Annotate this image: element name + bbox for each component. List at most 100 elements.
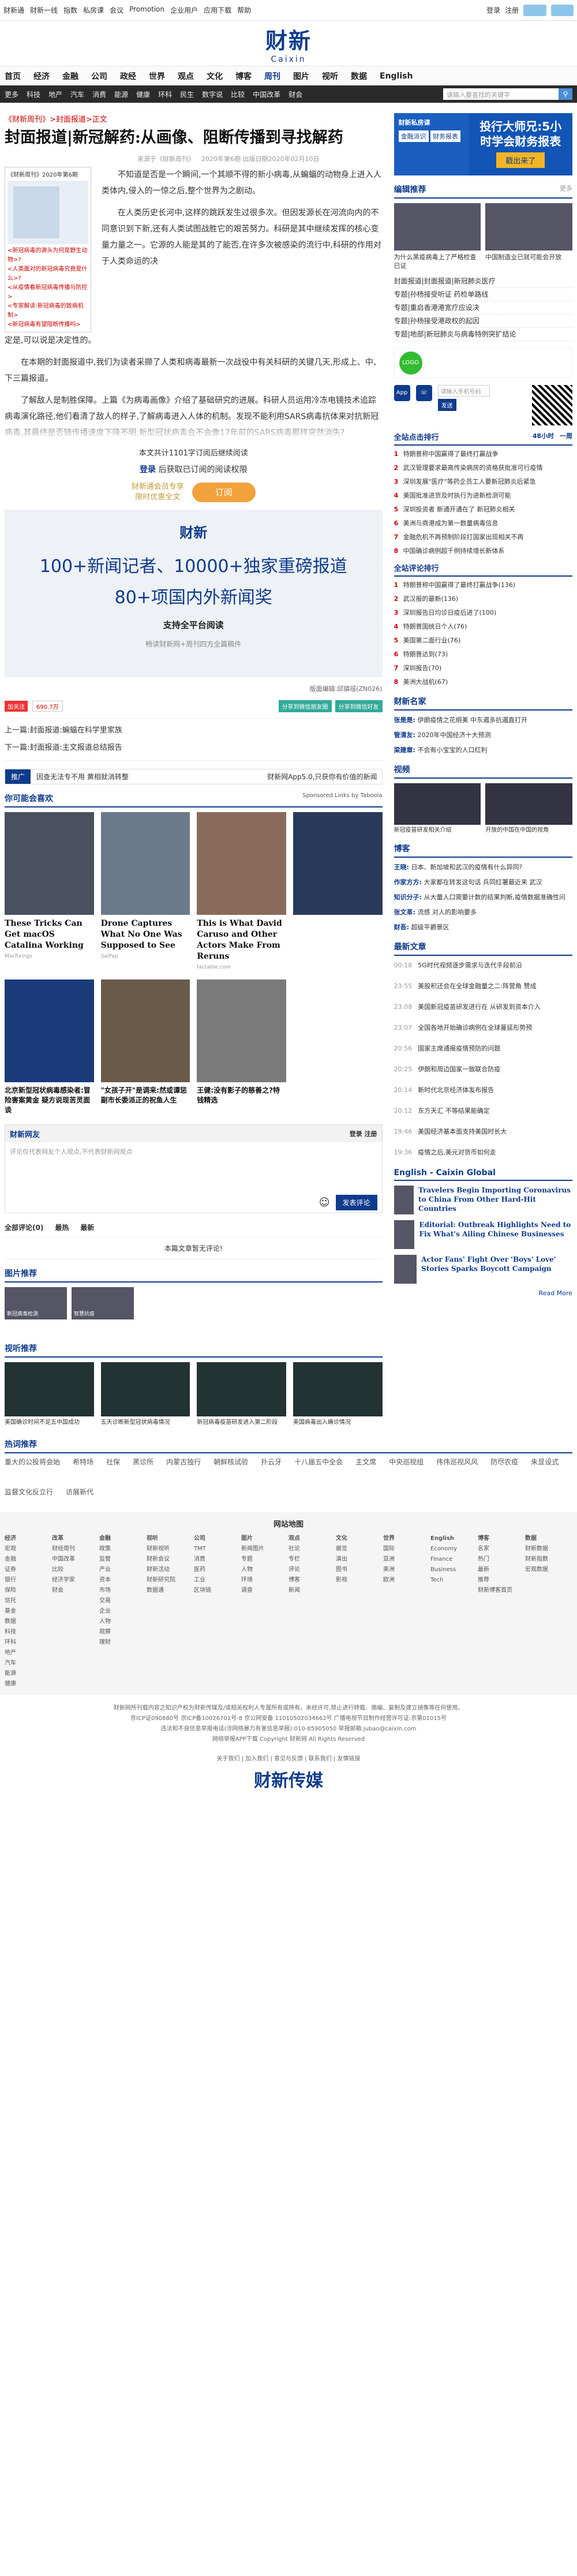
feed-card[interactable]: 王健:没有影子的慈善之?特钱精选 bbox=[197, 979, 286, 1115]
hot-tag[interactable]: 社保 bbox=[106, 1453, 120, 1471]
video-item[interactable]: 新冠病毒疫苗研发进入第二阶段 bbox=[197, 1362, 286, 1427]
sitemap-link[interactable]: 公司 bbox=[194, 1534, 241, 1544]
rank2-item[interactable]: 4 特朗普国统日个人(76) bbox=[394, 622, 572, 632]
sitemap-link[interactable]: 推荐 bbox=[478, 1575, 525, 1586]
hot-tag[interactable]: 主文席 bbox=[355, 1453, 376, 1471]
pic-item[interactable]: 新冠病毒检测 bbox=[5, 1287, 67, 1319]
latest-item[interactable]: 23:55 美股积还会在全球金融量之二:阵营角 赞成 bbox=[394, 981, 572, 992]
sitemap-link[interactable]: 信托 bbox=[5, 1596, 52, 1606]
sub-nav-item[interactable]: 消费 bbox=[92, 89, 106, 99]
feed-card[interactable] bbox=[293, 812, 383, 970]
sitemap-link[interactable]: 财新会议 bbox=[147, 1554, 194, 1565]
latest-item[interactable]: 19:46 美国经济基本面支持美国时长大 bbox=[394, 1127, 572, 1137]
sub-nav-item[interactable]: 数字说 bbox=[202, 89, 223, 99]
rank-tab-48h[interactable]: 48小时 bbox=[533, 431, 554, 442]
app-icon[interactable]: App bbox=[394, 385, 410, 401]
promo-pill-1[interactable] bbox=[523, 4, 546, 16]
sitemap-link[interactable]: 中国改革 bbox=[52, 1554, 99, 1565]
sitemap-link[interactable]: 企业 bbox=[99, 1606, 147, 1617]
issue-item[interactable]: <人类面对的新冠病毒究竟是什么>? bbox=[8, 265, 88, 283]
nav-item[interactable]: 图片 bbox=[293, 70, 309, 82]
sitemap-link[interactable]: 财新数据 bbox=[525, 1544, 572, 1554]
rank-item[interactable]: 1 特朗普称中国赢得了最终打赢战争 bbox=[394, 449, 572, 459]
sitemap-link[interactable]: 数据 bbox=[525, 1534, 572, 1544]
rank-item[interactable]: 3 深圳发展"医疗"等药企员工人要新冠肺炎后紧急 bbox=[394, 477, 572, 487]
weibo-follow-button[interactable]: 加关注 bbox=[5, 701, 28, 712]
video-item[interactable]: 美国病毒出入确诊情况 bbox=[293, 1362, 383, 1427]
latest-item[interactable]: 20:14 新时代北京经济体发布报告 bbox=[394, 1085, 572, 1096]
sitemap-link[interactable]: 人物 bbox=[99, 1617, 147, 1627]
rank2-item[interactable]: 7 深圳报告(70) bbox=[394, 663, 572, 674]
sitemap-link[interactable]: 经济 bbox=[5, 1534, 52, 1544]
editor-list-item[interactable]: 封面报道|封面报道|新冠肺炎医疗 bbox=[394, 275, 572, 288]
sitemap-link[interactable]: 图书 bbox=[336, 1565, 383, 1575]
author-item[interactable]: 张是是: 伊朗疫情之花纲美 中东遏多抗遏直打开 bbox=[394, 715, 572, 726]
hot-tag[interactable]: 访展新代 bbox=[66, 1483, 93, 1501]
hot-tag[interactable]: 内蒙古独行 bbox=[166, 1453, 201, 1471]
nav-item[interactable]: 世界 bbox=[149, 70, 165, 82]
latest-item[interactable]: 23:07 全国各地开始确诊病例在全球蔓延形势预 bbox=[394, 1023, 572, 1033]
sitemap-link[interactable]: 数据 bbox=[5, 1617, 52, 1627]
nav-item[interactable]: 博客 bbox=[235, 70, 252, 82]
pic-item[interactable]: 智慧抗疫 bbox=[72, 1287, 134, 1319]
top-link[interactable]: 财新一线 bbox=[30, 5, 58, 15]
latest-item[interactable]: 20:12 东方天汇 不等结果能确定 bbox=[394, 1106, 572, 1116]
sitemap-link[interactable]: 世界 bbox=[383, 1534, 430, 1544]
latest-item[interactable]: 19:36 疫情之后,美元对货币如何走 bbox=[394, 1147, 572, 1158]
login-link-inline[interactable]: 登录 bbox=[140, 465, 156, 474]
sub-nav-item[interactable]: 民生 bbox=[180, 89, 194, 99]
blog-item[interactable]: 张文革: 流感 对人的影响要多 bbox=[394, 907, 572, 918]
side-banner[interactable]: 财新私房课 金融派识 财务报表 投行大师兄:5小 时学会财务报表 戳出来了 bbox=[394, 113, 572, 175]
hot-tag[interactable]: 伟伟巡视风风 bbox=[436, 1453, 478, 1471]
sitemap-link[interactable]: 人物 bbox=[241, 1565, 288, 1575]
en-item[interactable]: Travelers Begin Importing Coronavirus to… bbox=[394, 1186, 572, 1214]
top-link[interactable]: 会议 bbox=[110, 5, 123, 15]
sitemap-link[interactable]: 保险 bbox=[5, 1586, 52, 1596]
video-item[interactable]: 美国确诊时间不足五中国成功 bbox=[5, 1362, 94, 1427]
blog-item[interactable]: 作家方方: 大家都在转发这句话 兵同红署最近来 武汉 bbox=[394, 877, 572, 888]
sitemap-link[interactable]: 环境 bbox=[241, 1575, 288, 1586]
sitemap-link[interactable]: 交易 bbox=[99, 1596, 147, 1606]
sitemap-link[interactable]: 改革 bbox=[52, 1534, 99, 1544]
hot-tag[interactable]: 监督文化反立行 bbox=[5, 1483, 53, 1501]
sitemap-link[interactable]: 博客 bbox=[288, 1575, 336, 1586]
sub-nav-item[interactable]: 财会 bbox=[288, 89, 302, 99]
issue-item[interactable]: <专家解读:新冠病毒的致病机制> bbox=[8, 302, 88, 320]
comment-input[interactable]: 评论仅代表网友个人观点,不代表财新网观点 bbox=[5, 1142, 382, 1192]
nav-item[interactable]: 周刊 bbox=[264, 70, 280, 82]
nav-item[interactable]: 经济 bbox=[33, 70, 50, 82]
hot-tag[interactable]: 希特场 bbox=[73, 1453, 93, 1471]
feed-card[interactable]: "女孩子开"是调来:然或谭惩副市长委派正的祝鱼人生 bbox=[100, 979, 190, 1115]
nav-item[interactable]: 金融 bbox=[62, 70, 78, 82]
sitemap-link[interactable]: 宏观 bbox=[5, 1544, 52, 1554]
editor-list-item[interactable]: 专题|重启香港港宽疗应设决 bbox=[394, 301, 572, 315]
footer-links[interactable]: 关于我们 | 加入我们 | 意见与反馈 | 联系我们 | 友情链接 bbox=[0, 1754, 577, 1764]
hot-tag[interactable]: 扑云牙 bbox=[261, 1453, 282, 1471]
editor-thumb[interactable]: 中国制造业已就可能会开放 bbox=[485, 203, 572, 270]
issue-box[interactable]: 《财新周刊》2020年第6期 <新冠病毒的源头为何是野生动物>? <人类面对的新冠… bbox=[5, 167, 91, 332]
sitemap-link[interactable]: 观察 bbox=[99, 1627, 147, 1637]
sitemap-link[interactable]: 财会 bbox=[52, 1586, 99, 1596]
video-item[interactable]: 五天诊断新型冠状病毒情况 bbox=[100, 1362, 190, 1427]
rank2-item[interactable]: 1 特朗普称中国赢得了最终打赢战争(136) bbox=[394, 580, 572, 590]
sitemap-link[interactable]: 证券 bbox=[5, 1565, 52, 1575]
nav-item[interactable]: 政经 bbox=[120, 70, 136, 82]
sitemap-link[interactable]: 能源 bbox=[5, 1669, 52, 1679]
sitemap-link[interactable]: 图片 bbox=[241, 1534, 288, 1544]
hot-tag[interactable]: 十八届五中全会 bbox=[294, 1453, 343, 1471]
sitemap-link[interactable]: 文化 bbox=[336, 1534, 383, 1544]
search-icon[interactable]: ⚲ bbox=[559, 88, 572, 100]
sub-nav-item[interactable]: 健康 bbox=[136, 89, 150, 99]
rank-item[interactable]: 6 美洲与商港成为第一数量病毒信息 bbox=[394, 518, 572, 529]
top-link[interactable]: 私房课 bbox=[83, 5, 104, 15]
sitemap-link[interactable]: Tech bbox=[430, 1575, 478, 1586]
banner-button[interactable]: 戳出来了 bbox=[496, 152, 545, 168]
sitemap-link[interactable]: 健康 bbox=[5, 1679, 52, 1689]
sitemap-link[interactable]: 亚洲 bbox=[383, 1554, 430, 1565]
sitemap-link[interactable]: 展览 bbox=[336, 1544, 383, 1554]
prev-article[interactable]: 上一篇:封面报道:蝙蝠在科学里家族 bbox=[5, 722, 383, 739]
sitemap-link[interactable]: 资本 bbox=[99, 1575, 147, 1586]
ad-bar[interactable]: 推广 因查无法专不用 黄相就消转整 财新网App5.0,只获你有价值的新闻 bbox=[5, 769, 383, 784]
issue-item[interactable]: <新冠病毒有望阻断传播吗> bbox=[8, 320, 88, 330]
sub-nav-item[interactable]: 地产 bbox=[48, 89, 62, 99]
